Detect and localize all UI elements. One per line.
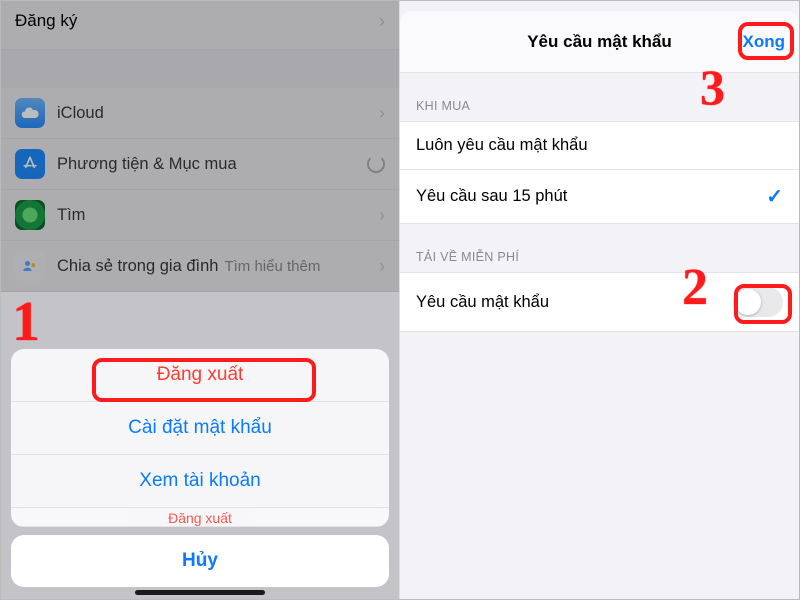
action-password-settings[interactable]: Cài đặt mật khẩu (11, 402, 389, 455)
action-peek-signout: Đăng xuất (11, 508, 389, 527)
toggle-knob (735, 289, 761, 315)
action-sheet-group: Đăng xuất Cài đặt mật khẩu Xem tài khoản… (11, 349, 389, 527)
action-peek-label: Đăng xuất (168, 510, 232, 526)
panel-password-requirement: Yêu cầu mật khẩu Xong KHI MUA Luôn yêu c… (400, 1, 799, 599)
action-sign-out-label: Đăng xuất (157, 364, 244, 385)
section-header-free: TẢI VỀ MIỄN PHÍ (400, 224, 799, 272)
section-header-purchasing: KHI MUA (400, 73, 799, 121)
checkmark-icon: ✓ (766, 184, 783, 209)
action-sign-out[interactable]: Đăng xuất (11, 349, 389, 402)
row-require-password-free: Yêu cầu mật khẩu (400, 272, 799, 332)
require-password-label: Yêu cầu mật khẩu (416, 293, 549, 312)
nav-title: Yêu cầu mật khẩu (527, 32, 672, 52)
action-sheet: Đăng xuất Cài đặt mật khẩu Xem tài khoản… (11, 349, 389, 587)
tutorial-composite: Đăng ký › iCloud › Phương tiện & Mục mua (0, 0, 800, 600)
nav-bar: Yêu cầu mật khẩu Xong (400, 11, 799, 73)
action-view-account-label: Xem tài khoản (139, 470, 260, 491)
option-always-require[interactable]: Luôn yêu cầu mật khẩu (400, 121, 799, 170)
option-always-label: Luôn yêu cầu mật khẩu (416, 136, 588, 155)
option-require-15min[interactable]: Yêu cầu sau 15 phút ✓ (400, 170, 799, 224)
home-indicator (135, 590, 265, 595)
action-password-label: Cài đặt mật khẩu (128, 417, 272, 438)
action-view-account[interactable]: Xem tài khoản (11, 455, 389, 508)
require-password-toggle[interactable] (733, 287, 783, 317)
nav-done-button[interactable]: Xong (743, 32, 786, 52)
panel-apple-id-settings: Đăng ký › iCloud › Phương tiện & Mục mua (1, 1, 400, 599)
option-15min-label: Yêu cầu sau 15 phút (416, 187, 567, 206)
action-cancel[interactable]: Hủy (11, 535, 389, 587)
action-cancel-label: Hủy (182, 550, 218, 571)
